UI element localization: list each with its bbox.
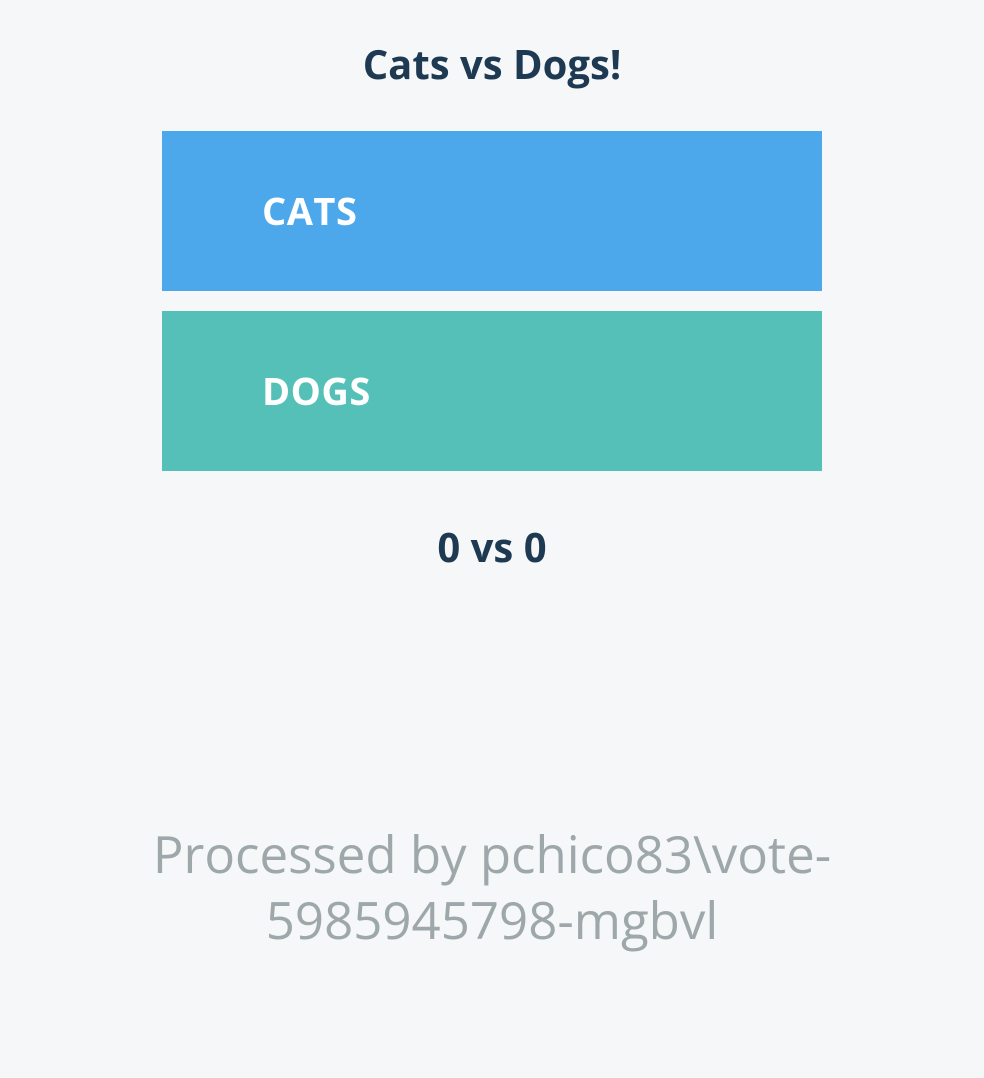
vote-buttons-area: CATS DOGS bbox=[162, 131, 822, 471]
vote-cats-button[interactable]: CATS bbox=[162, 131, 822, 291]
footer-processed-by: Processed by pchico83\vote-5985945798-mg… bbox=[0, 820, 984, 953]
page-title: Cats vs Dogs! bbox=[363, 36, 622, 91]
main-container: Cats vs Dogs! CATS DOGS 0 vs 0 bbox=[0, 0, 984, 574]
vote-dogs-button[interactable]: DOGS bbox=[162, 311, 822, 471]
score-text: 0 vs 0 bbox=[437, 519, 546, 574]
vote-dogs-label: DOGS bbox=[262, 365, 371, 417]
vote-cats-label: CATS bbox=[262, 185, 357, 237]
